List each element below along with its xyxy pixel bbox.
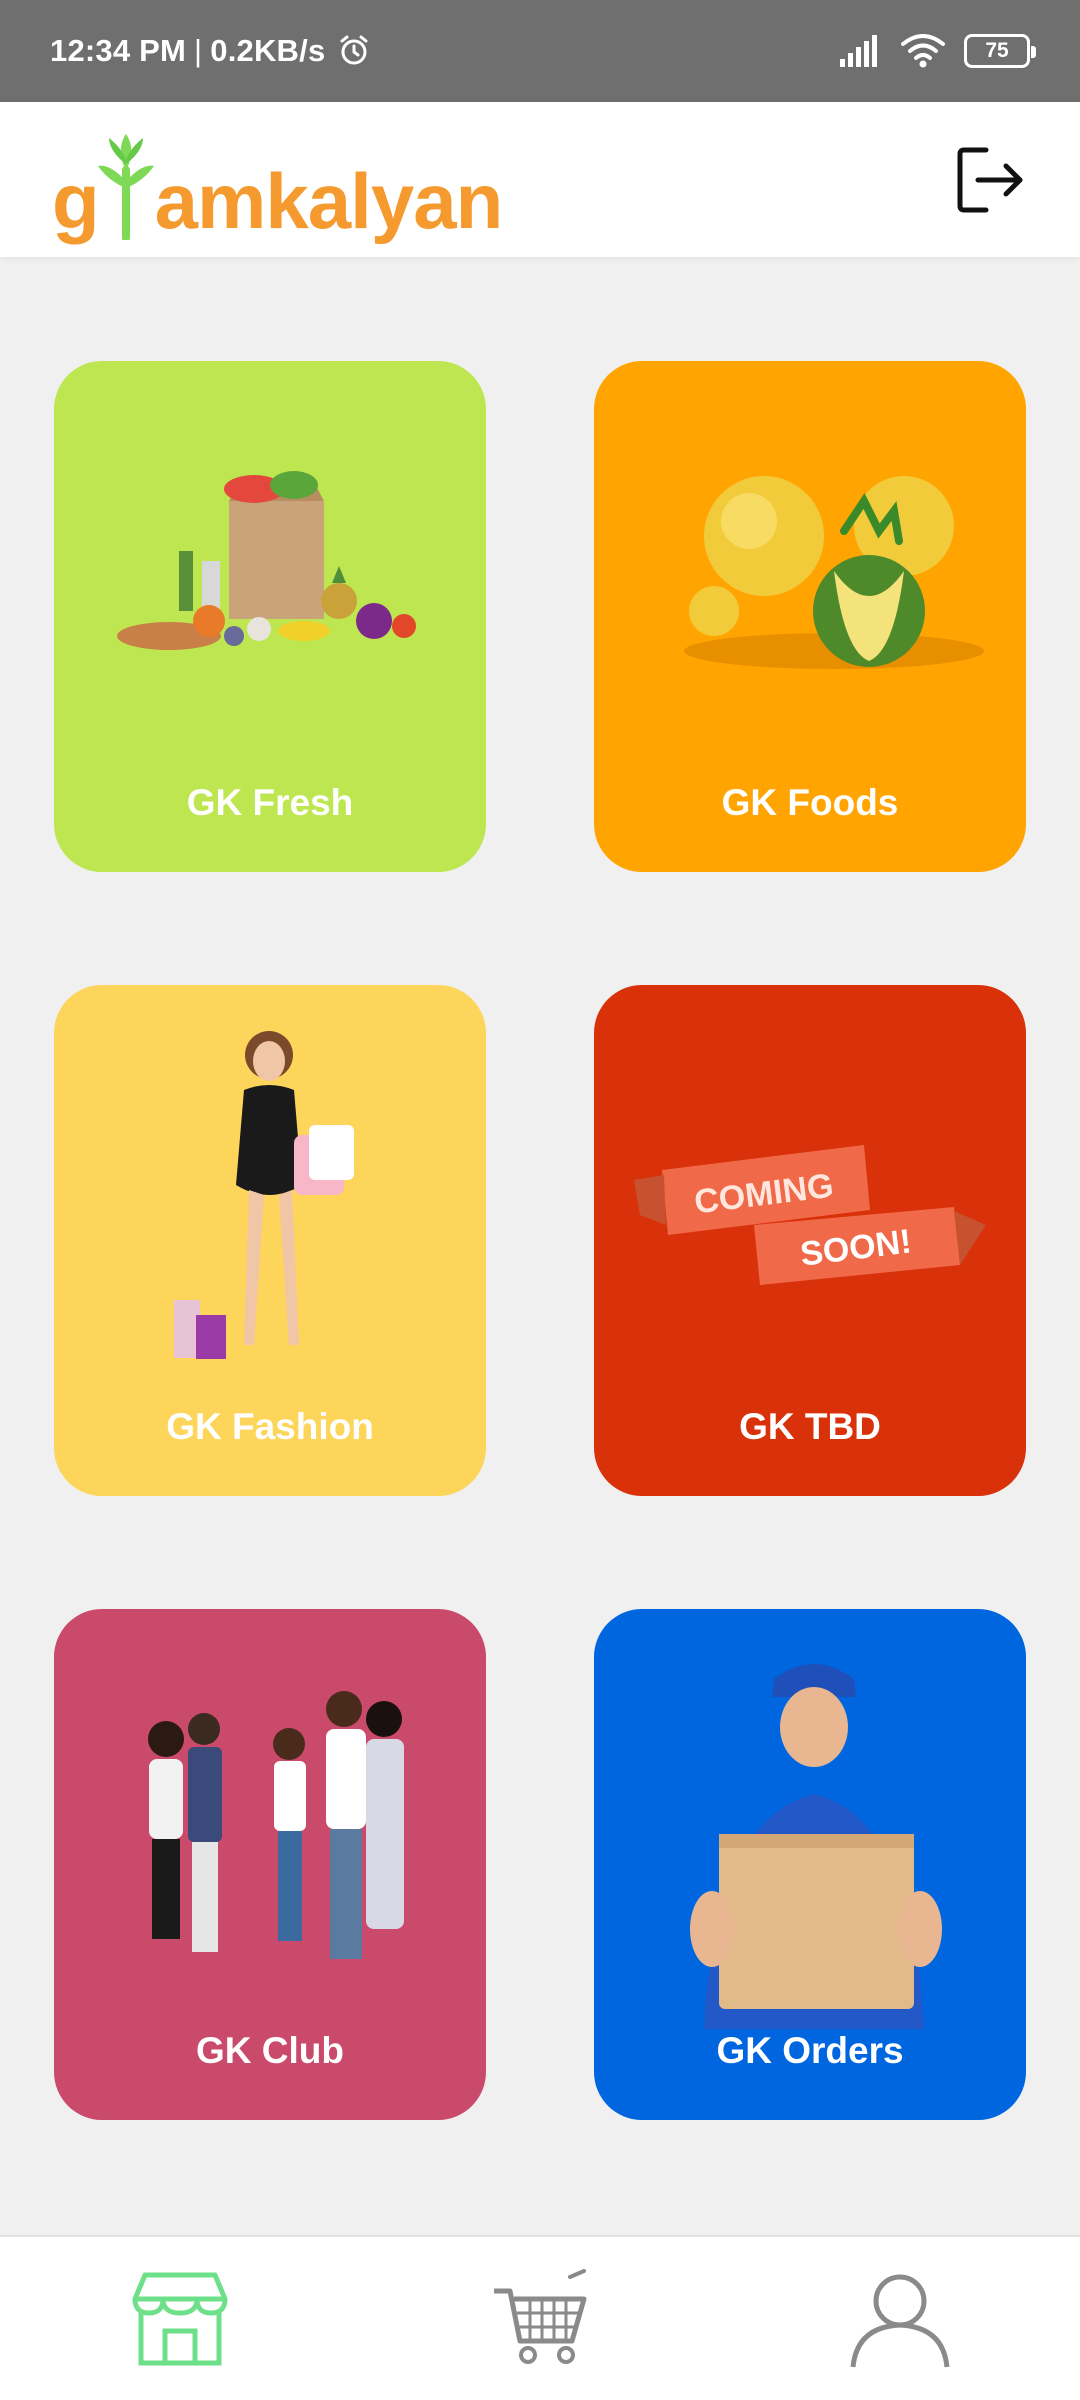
tile-label: GK Fresh	[186, 782, 354, 823]
logout-button[interactable]	[950, 140, 1030, 220]
tile-label: GK Foods	[721, 782, 899, 823]
alarm-icon	[340, 35, 368, 65]
tile-label: GK TBD	[739, 1406, 881, 1447]
tile-gk-club[interactable]: GK Club	[54, 1609, 486, 2120]
tile-gk-fashion[interactable]: GK Fashion	[54, 985, 486, 1496]
wifi-icon	[901, 34, 945, 68]
nav-profile[interactable]	[830, 2254, 970, 2384]
app-logo: g amkalyan	[52, 120, 504, 245]
sprout-icon	[97, 133, 154, 240]
app-bar: g amkalyan	[0, 102, 1080, 257]
tile-label: GK Orders	[716, 2030, 904, 2071]
tile-gk-tbd[interactable]: COMING SOON! GK TBD	[594, 985, 1026, 1496]
battery-icon: 75	[964, 34, 1036, 68]
status-left: 12:34 PM | 0.2KB/s	[50, 33, 371, 69]
status-separator: |	[194, 33, 203, 68]
friends-group-image	[148, 1691, 404, 1959]
network-speed: 0.2KB/s	[210, 33, 326, 68]
store-icon	[132, 2272, 228, 2365]
grocery-bag-image	[117, 471, 416, 650]
profile-icon	[850, 2274, 950, 2367]
status-right: 75	[838, 34, 1036, 68]
status-time: 12:34 PM	[50, 33, 186, 68]
delivery-man-image	[690, 1664, 942, 2029]
nav-cart[interactable]	[470, 2254, 610, 2384]
coming-soon-banner: COMING SOON!	[634, 1145, 986, 1285]
battery-level: 75	[985, 39, 1009, 62]
tile-gk-fresh[interactable]: GK Fresh	[54, 361, 486, 872]
bottom-navigation	[0, 2235, 1080, 2400]
nav-store[interactable]	[110, 2254, 250, 2384]
signal-icon	[840, 35, 877, 67]
cart-icon	[494, 2268, 587, 2364]
logout-icon	[957, 147, 1023, 212]
tile-gk-foods[interactable]: GK Foods	[594, 361, 1026, 872]
fruit-image	[684, 476, 984, 669]
status-bar: 12:34 PM | 0.2KB/s 75	[0, 0, 1080, 102]
tile-label: GK Fashion	[166, 1406, 374, 1447]
tile-gk-orders[interactable]: GK Orders	[594, 1609, 1026, 2120]
logo-text-right: amkalyan	[154, 156, 504, 245]
shopping-woman-image	[174, 1031, 354, 1359]
tile-label: GK Club	[196, 2030, 344, 2071]
logo-text-left: g	[52, 156, 100, 245]
